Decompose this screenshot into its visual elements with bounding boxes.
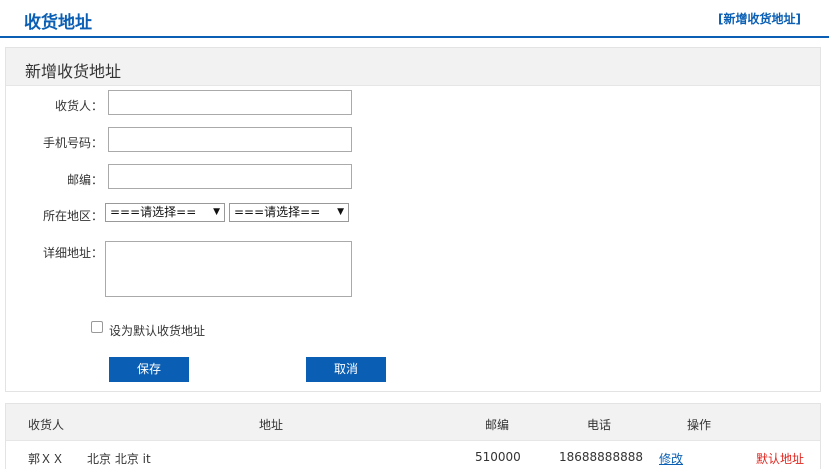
header-zip: 邮编 (485, 418, 510, 432)
cancel-button[interactable]: 取消 (306, 357, 386, 382)
region-label: 所在地区： (42, 209, 103, 223)
address-label: 详细地址： (42, 246, 103, 260)
province-select-value: ===请选择== (110, 205, 197, 219)
header-address: 地址 (259, 418, 284, 432)
table-header: 收货人 地址 邮编 电话 操作 (6, 404, 820, 441)
chevron-down-icon: ▼ (213, 207, 220, 217)
row-address: 北京 北京 it (87, 452, 151, 466)
edit-link[interactable]: 修改 (659, 450, 683, 467)
zip-input[interactable] (108, 164, 352, 189)
receiver-label: 收货人： (54, 99, 103, 113)
page-header: 收货地址 [新增收货地址] (0, 0, 829, 38)
row-zip: 510000 (475, 450, 521, 464)
city-select[interactable]: ===请选择== ▼ (229, 203, 349, 222)
add-address-form: 新增收货地址 收货人： 手机号码： 邮编： 所在地区： ===请选择== ▼ =… (5, 47, 821, 392)
header-receiver: 收货人 (28, 418, 65, 432)
address-table: 收货人 地址 邮编 电话 操作 郭ＸＸ 北京 北京 it 510000 1868… (5, 403, 821, 469)
page-title: 收货地址 (24, 13, 92, 33)
save-button[interactable]: 保存 (109, 357, 189, 382)
header-actions: 操作 (687, 418, 712, 432)
row-phone: 18688888888 (559, 450, 643, 464)
receiver-input[interactable] (108, 90, 352, 115)
row-receiver: 郭ＸＸ (28, 452, 65, 466)
default-address-label: 设为默认收货地址 (109, 324, 206, 338)
chevron-down-icon: ▼ (337, 207, 344, 217)
form-header: 新增收货地址 (6, 48, 820, 86)
add-address-link[interactable]: [新增收货地址] (718, 10, 801, 27)
city-select-value: ===请选择== (234, 205, 321, 219)
phone-label: 手机号码： (42, 136, 103, 150)
set-default-link[interactable]: 默认地址 (756, 450, 804, 467)
header-phone: 电话 (587, 418, 612, 432)
form-title: 新增收货地址 (25, 62, 122, 81)
default-address-checkbox[interactable] (91, 321, 103, 333)
phone-input[interactable] (108, 127, 352, 152)
province-select[interactable]: ===请选择== ▼ (105, 203, 225, 222)
zip-label: 邮编： (66, 173, 103, 187)
address-textarea[interactable] (105, 241, 352, 297)
